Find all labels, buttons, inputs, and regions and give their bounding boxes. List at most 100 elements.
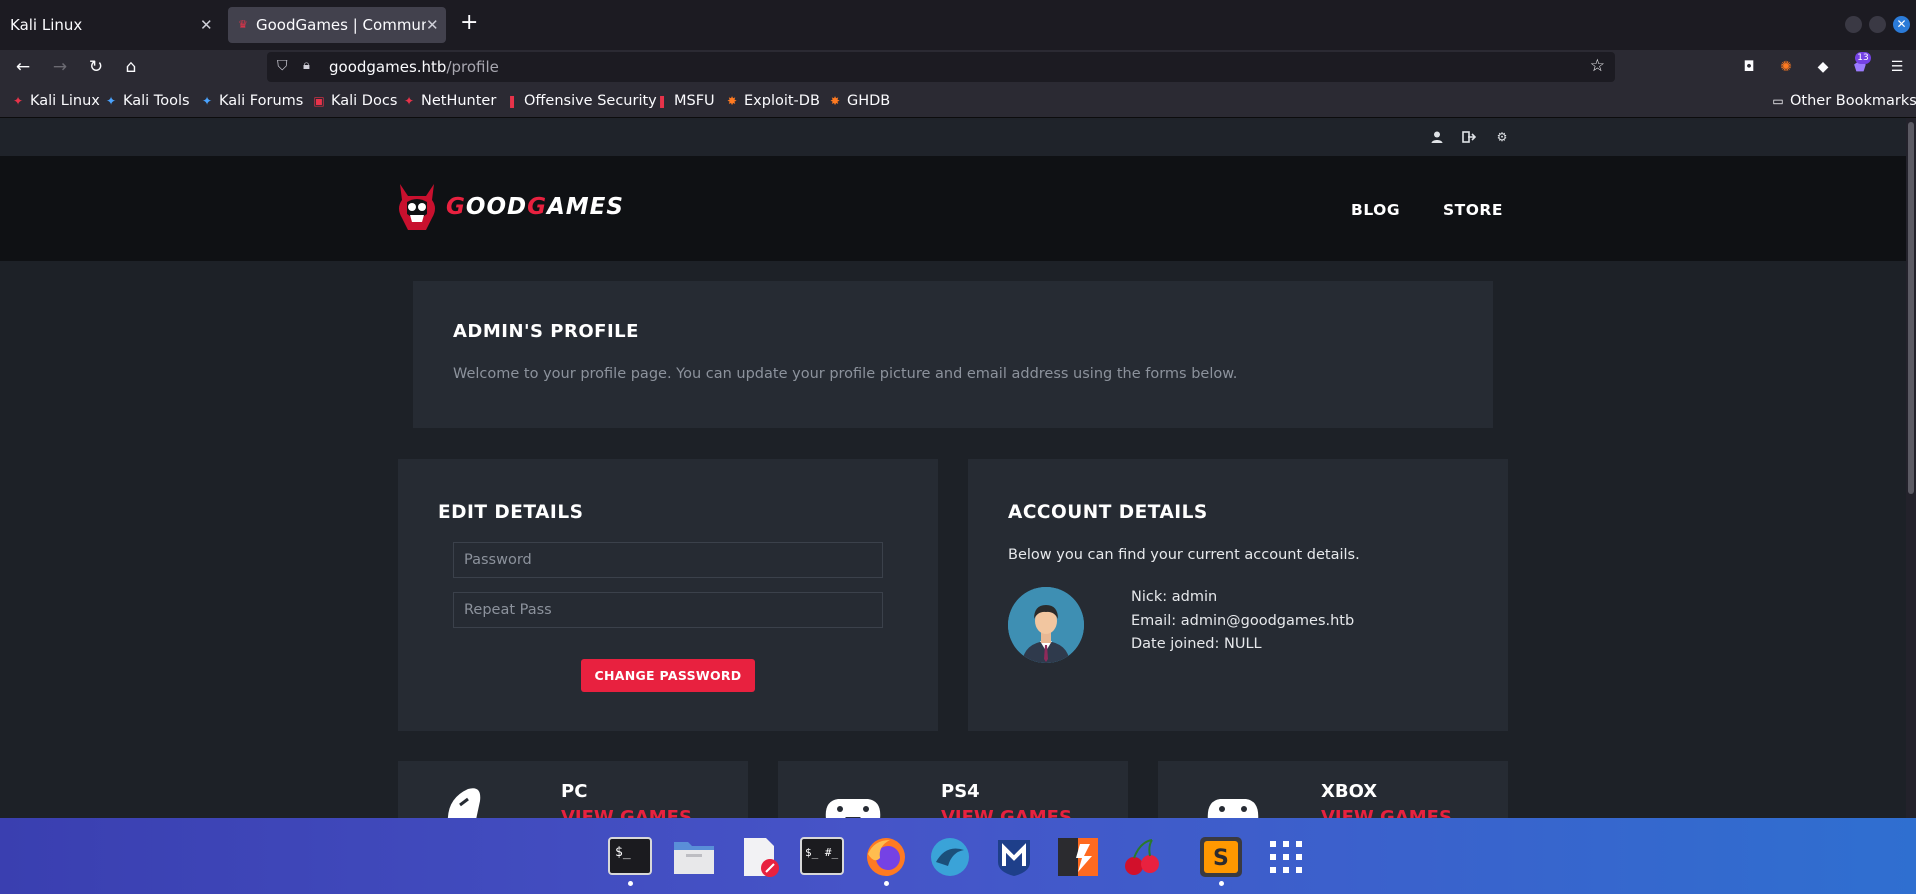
view-games-link[interactable]: VIEW GAMES [941, 807, 1072, 818]
kali-forums-icon: ✦ [201, 94, 213, 108]
menu-icon[interactable]: ☰ [1889, 59, 1905, 75]
bookmark-star-icon[interactable]: ☆ [1590, 56, 1605, 76]
goodgames-logo[interactable]: GOODGAMES [396, 181, 624, 233]
logo-letter: G [527, 194, 547, 220]
logo-text: GOODGAMES [446, 194, 624, 220]
avatar [1008, 587, 1084, 663]
foxyproxy-icon[interactable]: ✺ [1778, 59, 1794, 75]
mouse-icon [447, 788, 481, 818]
tab-kali-linux[interactable]: Kali Linux ✕ [0, 7, 222, 43]
app-grid-icon[interactable] [1264, 836, 1308, 878]
files-icon[interactable] [672, 836, 716, 878]
bookmark-label: Kali Tools [123, 93, 190, 109]
minimize-window-icon[interactable] [1845, 16, 1862, 33]
terminal-icon[interactable]: $_ [608, 836, 652, 878]
tab-goodgames[interactable]: ♛ GoodGames | Community and ✕ [228, 7, 446, 43]
account-details-title: ACCOUNT DETAILS [1008, 502, 1208, 523]
close-window-icon[interactable]: ✕ [1893, 16, 1910, 33]
logo-letters: OOD [465, 194, 528, 220]
firefox-icon[interactable] [864, 836, 908, 878]
running-indicator [628, 881, 633, 886]
bookmark-label: GHDB [847, 93, 891, 109]
web-page: ⚙ GOODGAMES BLOG STORE ADMIN'S PROFILE W… [0, 118, 1906, 818]
wappalyzer-icon[interactable]: ◆ [1815, 59, 1831, 75]
reload-icon[interactable]: ↻ [84, 55, 108, 79]
metasploit-icon[interactable] [992, 836, 1036, 878]
platform-card-pc[interactable]: PC VIEW GAMES [398, 761, 748, 818]
profile-hero: ADMIN'S PROFILE Welcome to your profile … [413, 281, 1493, 428]
close-tab-icon[interactable]: ✕ [200, 16, 213, 34]
forward-icon[interactable]: → [48, 55, 72, 79]
url-bar[interactable]: ⛉ 🔒︎ goodgames.htb/profile ☆ [267, 52, 1615, 82]
hero-text: Welcome to your profile page. You can up… [453, 366, 1238, 382]
platform-name: XBOX [1321, 781, 1378, 802]
exploit-db-icon: ✸ [726, 94, 738, 108]
back-icon[interactable]: ← [11, 55, 35, 79]
extension-badge: 13 [1855, 52, 1871, 64]
bookmark-kali-tools[interactable]: ✦ Kali Tools [104, 92, 190, 110]
settings-icon[interactable]: ⚙ [1495, 130, 1509, 144]
bookmark-kali-linux[interactable]: ✦ Kali Linux [11, 92, 100, 110]
sublime-text-icon[interactable]: S [1199, 836, 1243, 878]
bookmark-kali-docs[interactable]: ▣ Kali Docs [312, 92, 397, 110]
kali-tools-icon: ✦ [105, 94, 117, 108]
burpsuite-icon[interactable] [1056, 836, 1100, 878]
running-indicator [884, 881, 889, 886]
bookmark-label: Kali Forums [219, 93, 304, 109]
repeat-password-field[interactable] [453, 592, 883, 628]
account-details-card: ACCOUNT DETAILS Below you can find your … [968, 459, 1508, 731]
sign-out-icon[interactable] [1462, 130, 1477, 144]
site-info-icon[interactable]: 🔒︎ [303, 58, 310, 73]
bookmark-label: Offensive Security [524, 93, 657, 109]
page-scrollbar[interactable] [1906, 118, 1916, 818]
bookmark-nethunter[interactable]: ✦ NetHunter [402, 92, 496, 110]
user-icon[interactable] [1430, 130, 1444, 144]
close-tab-icon[interactable]: ✕ [426, 16, 439, 34]
bookmark-label: Kali Linux [30, 93, 100, 109]
bookmark-msfu[interactable]: ❚ MSFU [655, 92, 715, 110]
account-subtitle: Below you can find your current account … [1008, 547, 1360, 563]
bookmark-offensive-security[interactable]: ❚ Offensive Security [505, 92, 657, 110]
edit-details-card: EDIT DETAILS CHANGE PASSWORD [398, 459, 938, 731]
bookmark-label: MSFU [674, 93, 715, 109]
cherrytree-icon[interactable] [1120, 836, 1164, 878]
scrollbar-thumb[interactable] [1908, 122, 1914, 494]
maximize-window-icon[interactable] [1869, 16, 1886, 33]
pocket-icon[interactable]: ◘ [1741, 59, 1757, 75]
offsec-icon: ❚ [506, 94, 518, 108]
kali-icon: ✦ [12, 94, 24, 108]
view-games-link[interactable]: VIEW GAMES [561, 807, 692, 818]
platform-card-ps4[interactable]: PS4 VIEW GAMES [778, 761, 1128, 818]
root-terminal-icon[interactable]: $_ #_ [800, 836, 844, 878]
bookmark-kali-forums[interactable]: ✦ Kali Forums [200, 92, 303, 110]
tracking-shield-icon[interactable]: ⛉ [277, 58, 288, 74]
text-editor-icon[interactable] [736, 836, 780, 878]
new-tab-icon[interactable]: + [460, 10, 478, 35]
svg-text:S: S [1213, 846, 1229, 871]
bookmark-ghdb[interactable]: ✸ GHDB [828, 92, 890, 110]
folder-icon: ▭ [1772, 94, 1784, 108]
site-header: GOODGAMES BLOG STORE [0, 156, 1906, 261]
bookmark-exploit-db[interactable]: ✸ Exploit-DB [725, 92, 820, 110]
url-text[interactable]: goodgames.htb/profile [329, 58, 499, 76]
bookmark-label: Kali Docs [331, 93, 398, 109]
wireshark-icon[interactable] [928, 836, 972, 878]
other-bookmarks[interactable]: ▭ Other Bookmarks [1771, 92, 1916, 110]
bookmark-label: Exploit-DB [744, 93, 820, 109]
change-password-button[interactable]: CHANGE PASSWORD [581, 659, 755, 692]
password-field[interactable] [453, 542, 883, 578]
url-host: goodgames.htb [329, 58, 447, 76]
running-indicator [1219, 881, 1224, 886]
edit-details-title: EDIT DETAILS [438, 502, 584, 523]
navigation-toolbar: ← → ↻ ⌂ ⛉ 🔒︎ goodgames.htb/profile ☆ ◘ ✺… [0, 50, 1916, 84]
home-icon[interactable]: ⌂ [119, 55, 143, 79]
bookmark-label: NetHunter [421, 93, 497, 109]
nav-store[interactable]: STORE [1443, 201, 1503, 219]
bookmarks-bar: ✦ Kali Linux ✦ Kali Tools ✦ Kali Forums ▣ Ka… [0, 84, 1916, 118]
ghdb-icon: ✸ [829, 94, 841, 108]
platform-name: PC [561, 781, 588, 802]
view-games-link[interactable]: VIEW GAMES [1321, 807, 1452, 818]
platform-card-xbox[interactable]: XBOX VIEW GAMES [1158, 761, 1508, 818]
nav-blog[interactable]: BLOG [1351, 201, 1400, 219]
ps4-controller-icon [825, 799, 881, 818]
